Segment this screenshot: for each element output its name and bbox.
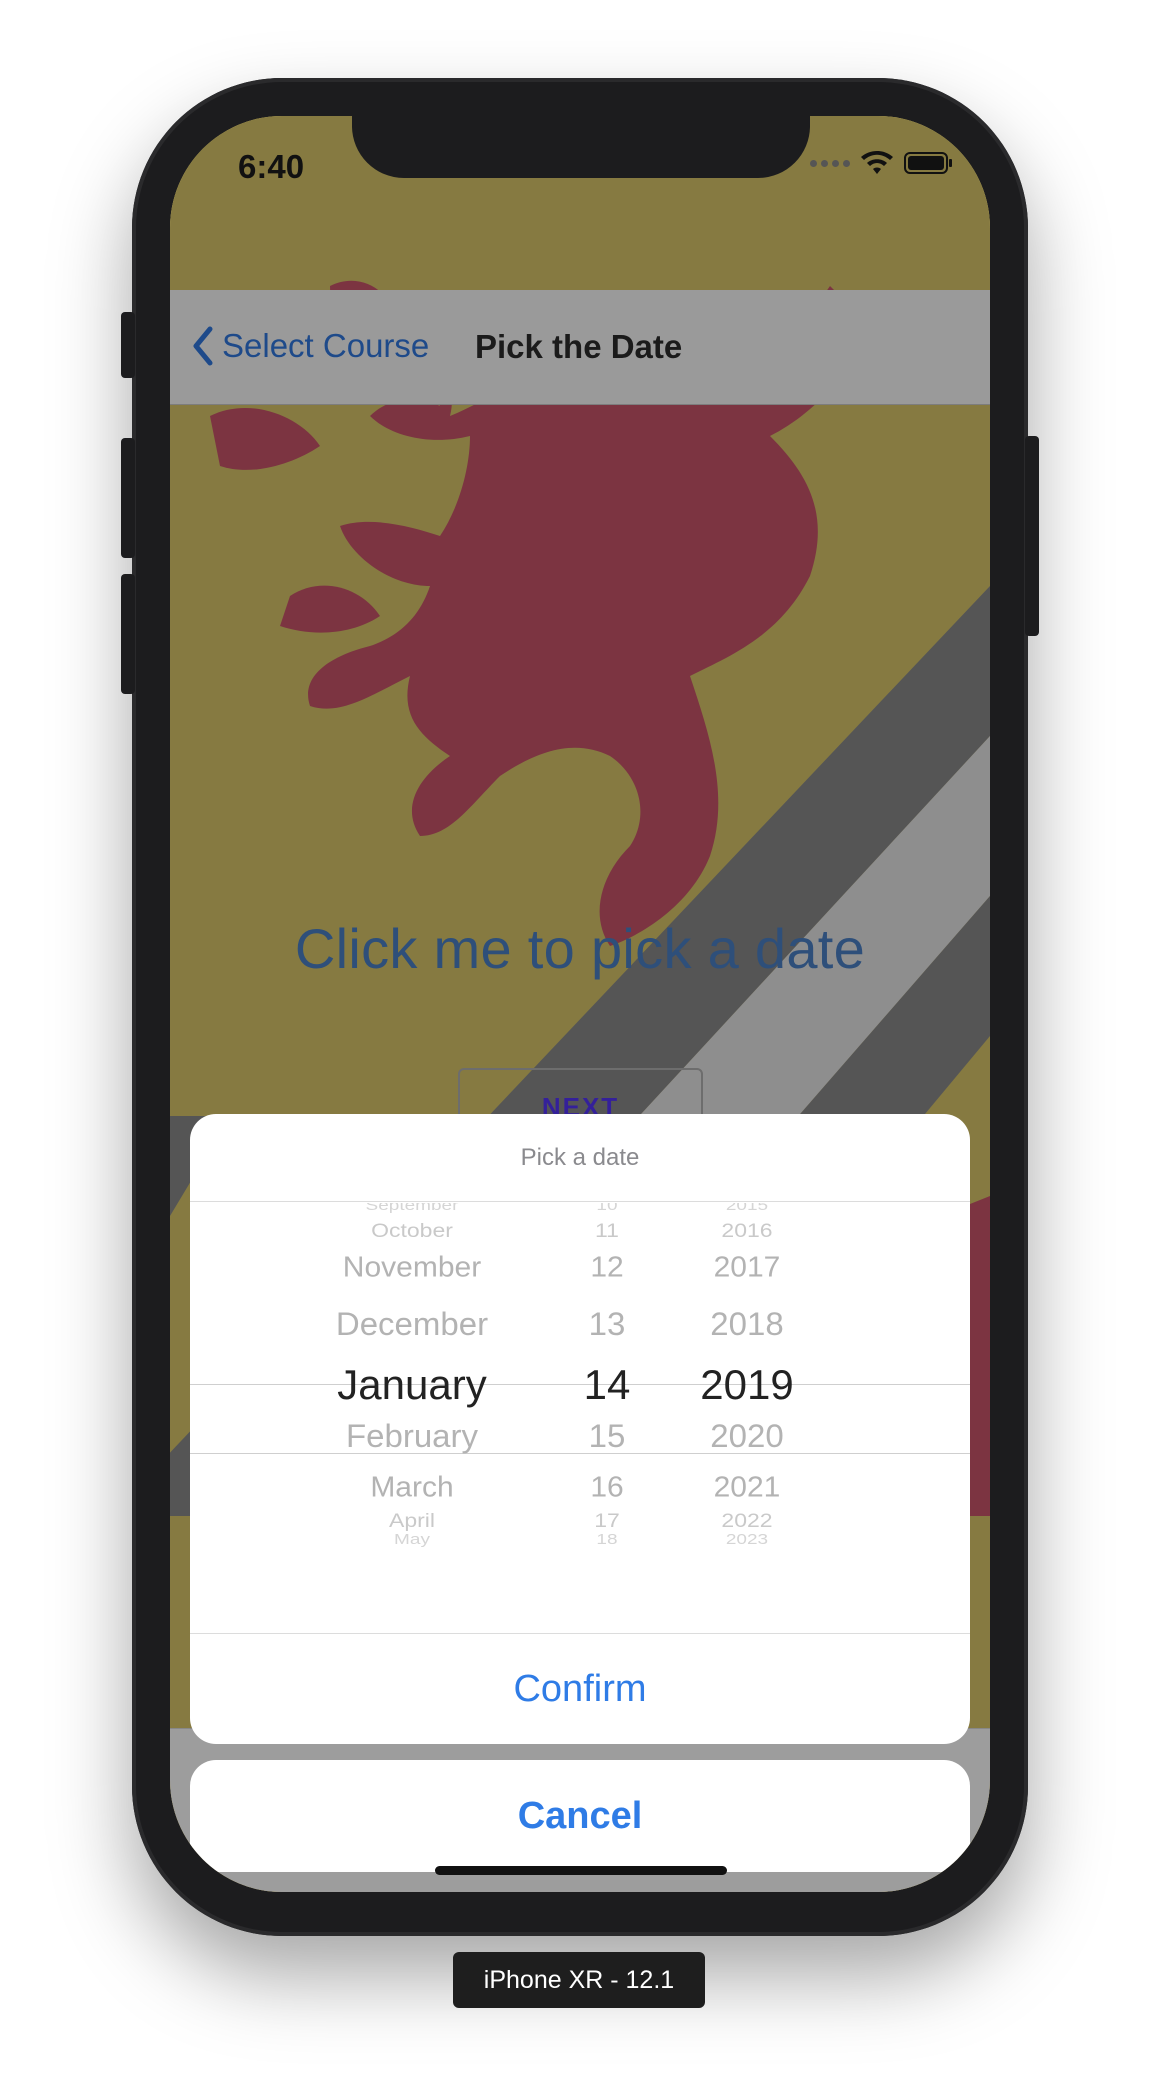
date-picker-sheet: Pick a date September October November Dece…	[190, 1114, 970, 1744]
year-option[interactable]: 2017	[682, 1252, 812, 1284]
volume-down-button	[121, 574, 135, 694]
navigation-bar: Select Course Pick the Date	[170, 290, 990, 405]
day-option[interactable]: 18	[562, 1531, 652, 1548]
day-option-selected[interactable]: 14	[562, 1361, 652, 1409]
month-option[interactable]: September	[302, 1203, 522, 1215]
year-option[interactable]: 2022	[682, 1509, 812, 1532]
back-button-label: Select Course	[222, 327, 430, 364]
back-button[interactable]: Select Course	[192, 326, 429, 366]
year-option[interactable]: 2016	[682, 1219, 812, 1242]
day-option[interactable]: 16	[562, 1472, 652, 1504]
day-option[interactable]: 12	[562, 1252, 652, 1284]
mute-switch	[121, 312, 135, 378]
day-option[interactable]: 17	[562, 1509, 652, 1532]
day-column[interactable]: 10 11 12 13 14 15 16 17 18	[562, 1203, 652, 1633]
day-option[interactable]: 11	[562, 1219, 652, 1242]
battery-icon	[904, 152, 952, 174]
year-option[interactable]: 2020	[682, 1417, 812, 1454]
month-option[interactable]: November	[302, 1252, 522, 1284]
cellular-signal-icon	[810, 159, 850, 167]
sheet-title: Pick a date	[190, 1114, 970, 1202]
year-option[interactable]: 2021	[682, 1472, 812, 1504]
month-column[interactable]: September October November December January F…	[302, 1203, 522, 1633]
wifi-icon	[861, 151, 893, 174]
day-option[interactable]: 13	[562, 1305, 652, 1342]
page-title: Pick the Date	[475, 328, 683, 365]
status-icons	[810, 150, 954, 176]
month-option-selected[interactable]: January	[302, 1361, 522, 1409]
month-option[interactable]: December	[302, 1305, 522, 1342]
power-button	[1025, 436, 1039, 636]
day-option[interactable]: 15	[562, 1417, 652, 1454]
year-option[interactable]: 2015	[682, 1203, 812, 1215]
status-bar: 6:40	[170, 116, 990, 286]
device-notch	[352, 116, 810, 178]
volume-up-button	[121, 438, 135, 558]
device-screen: 6:40 Select Course Pick the Date Click m…	[170, 116, 990, 1892]
chevron-left-icon	[193, 326, 213, 366]
month-option[interactable]: May	[302, 1531, 522, 1548]
confirm-button[interactable]: Confirm	[190, 1633, 970, 1744]
year-option[interactable]: 2023	[682, 1531, 812, 1548]
pick-date-link[interactable]: Click me to pick a date	[170, 916, 990, 981]
device-label: iPhone XR - 12.1	[453, 1952, 705, 2008]
status-time: 6:40	[238, 148, 305, 185]
month-option[interactable]: October	[302, 1219, 522, 1242]
cancel-button[interactable]: Cancel	[190, 1760, 970, 1872]
year-column[interactable]: 2015 2016 2017 2018 2019 2020 2021 2022 2023	[682, 1203, 812, 1633]
year-option[interactable]: 2018	[682, 1305, 812, 1342]
month-option[interactable]: February	[302, 1417, 522, 1454]
month-option[interactable]: March	[302, 1472, 522, 1504]
year-option-selected[interactable]: 2019	[682, 1361, 812, 1409]
date-picker-wheel[interactable]: September October November December January F…	[190, 1203, 970, 1633]
month-option[interactable]: April	[302, 1509, 522, 1532]
home-indicator	[435, 1866, 727, 1875]
day-option[interactable]: 10	[562, 1203, 652, 1215]
